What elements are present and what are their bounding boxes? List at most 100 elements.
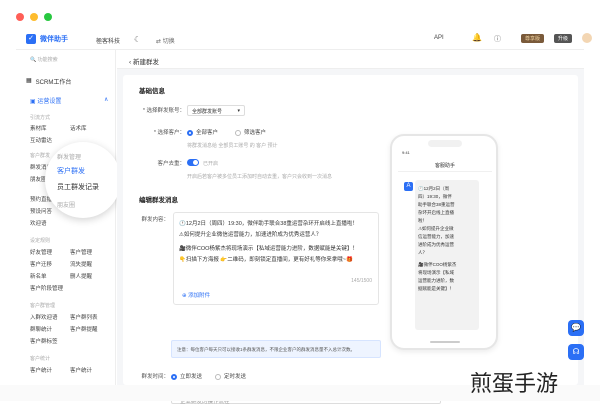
app-header: ✓ 微伴助手 極客科技 ☾ ⇄ 切换 API 🔔 ⓘ 尊享版 升级 [16, 30, 592, 50]
sidebar-section: 设定规则 [30, 238, 51, 244]
form-panel: 基础信息 * 选择群发账号： 全部群发账号 ▾ * 选择客户： 全部客户 筛选客… [123, 75, 578, 405]
bubble-line: 进阶成为优秀运营 [418, 242, 454, 247]
notice-banner: 注意：每位客户每天只可以接收1条群发消息，不限企业客户的群发消息量不入总计次数。 [171, 340, 381, 358]
window-titlebar [0, 0, 600, 26]
bubble-line: 🎥微伴COO杨紫杰 [418, 262, 457, 267]
message-editor[interactable]: 🕐12月2日（周四）19:30，微伴助手联合38重运营杂环开启线上直播啦！ ⚠如… [173, 212, 379, 305]
minimize-dot[interactable] [30, 13, 38, 21]
bubble-line: 四）19:30，微伴 [418, 194, 452, 199]
message-line: ⚠如何提升企业微信运营能力，加速进阶成为优秀运营人？ [179, 231, 322, 238]
sidebar-item[interactable]: 客户统计 [30, 366, 52, 374]
sidebar-item[interactable]: 删人提醒 [70, 272, 92, 280]
headset-icon[interactable]: ☊ [568, 344, 584, 360]
upgrade-button[interactable]: 升级 [554, 34, 573, 43]
customer-label: * 选择客户： [153, 130, 185, 136]
bubble-line: 信运营能力，加速 [418, 234, 454, 239]
sidebar-item-scrm[interactable]: ▦ SCRM工作台 [26, 77, 71, 86]
sidebar-item[interactable]: 客户迁移 [30, 260, 52, 268]
chevron-up-icon[interactable]: ∧ [104, 96, 108, 103]
switch-org-button[interactable]: ⇄ 切换 [156, 36, 175, 45]
page-title: 新建群发 [132, 59, 159, 66]
sidebar-item[interactable]: 流失提醒 [70, 260, 92, 268]
sidebar-section: 客户统计 [30, 356, 51, 362]
dedup-label: 客户去重： [157, 161, 185, 167]
sidebar-section: 客户群发 [30, 153, 51, 159]
bubble-line: 人？ [418, 250, 427, 255]
maximize-dot[interactable] [44, 13, 52, 21]
search-input[interactable]: 🔍 功能搜索 [30, 56, 58, 63]
opt-filter-label: 筛选客户 [244, 130, 267, 136]
message-line: 🕐12月2日（周四）19:30，微伴助手联合38重运营杂环开启线上直播啦！ [179, 221, 358, 227]
chat-support-icon[interactable]: 💬 [568, 320, 584, 336]
phone-notch [428, 140, 462, 147]
sidebar-section: 客户群管理 [30, 303, 56, 309]
bubble-line: 啦！ [418, 218, 427, 223]
back-button[interactable]: ‹ 新建群发 [129, 56, 159, 66]
section-basic-info: 基础信息 [139, 88, 165, 95]
phone-status-bar: 9:41 [402, 150, 488, 155]
chat-bubble: 🕐12月2日（周 四）19:30，微伴 助手联合38重运营 杂环开启线上直播 啦… [415, 180, 479, 330]
sidebar-section: 引流方式 [30, 115, 51, 121]
app-window: ✓ 微伴助手 極客科技 ☾ ⇄ 切换 API 🔔 ⓘ 尊享版 升级 🔍 功能搜索… [0, 0, 600, 405]
sidebar-item[interactable]: 素材库 [30, 124, 47, 132]
main-content: ‹ 新建群发 基础信息 * 选择群发账号： 全部群发账号 ▾ * 选择客户： 全… [117, 50, 584, 405]
radio-filter-customers[interactable]: 筛选客户 [235, 128, 266, 136]
brand[interactable]: ✓ 微伴助手 [26, 34, 68, 44]
sidebar-item[interactable]: 欢迎语 [30, 219, 47, 227]
sidebar: 🔍 功能搜索 ▦ SCRM工作台 ▣ 运营设置 ∧ 引流方式 素材库 话术库 互… [16, 50, 116, 385]
bubble-line: 助手联合38重运营 [418, 202, 455, 207]
radio-send-now[interactable]: 立即发送 [171, 372, 202, 380]
message-line: 🎥微伴COO杨紫杰将现场演示【私域运营能力进阶，数据赋能是关键】！ [179, 246, 358, 252]
switch-label: 切换 [162, 39, 175, 45]
search-placeholder: 功能搜索 [37, 57, 58, 63]
theme-toggle-icon[interactable]: ☾ [134, 35, 141, 44]
char-count: 145/1500 [351, 278, 372, 284]
send-now-label: 立即发送 [180, 374, 203, 380]
menu-item-customer-mass[interactable]: 客户群发 [57, 166, 85, 176]
chat-avatar: A [404, 182, 413, 191]
account-value: 全部群发账号 [192, 109, 223, 115]
scrm-label: SCRM工作台 [35, 80, 72, 86]
bubble-line: 杂环开启线上直播 [418, 210, 454, 215]
close-dot[interactable] [16, 13, 24, 21]
magnifier-section: 群发管理 [57, 155, 82, 161]
send-timed-label: 定时发送 [224, 374, 247, 380]
brand-name: 微伴助手 [40, 36, 68, 43]
phone-preview: 9:41 客服助手 A 🕐12月2日（周 四）19:30，微伴 助手联合38重运… [390, 134, 498, 350]
message-line: 👇扫描下方海报 👉二维码，即刻锁定直播间，更有好礼等你来拿哦~🎁 [179, 256, 353, 263]
dedup-status: 已开启 [203, 161, 219, 167]
sidebar-item[interactable]: 好友管理 [30, 248, 52, 256]
sidebar-item[interactable]: 客户统计 [70, 366, 92, 374]
sidebar-item[interactable]: 入群欢迎语 [30, 313, 58, 321]
menu-item-staff-mass-records[interactable]: 员工群发记录 [57, 182, 99, 192]
account-select[interactable]: 全部群发账号 ▾ [187, 105, 245, 116]
customer-hint: 将群发消息给 全部员工账号 的 客户 预计 [187, 143, 278, 149]
sidebar-group-title[interactable]: ▣ 运营设置 [30, 96, 61, 105]
sidebar-item[interactable]: 客户群提醒 [70, 325, 98, 333]
radio-all-customers[interactable]: 全部客户 [187, 128, 218, 136]
add-attachment-button[interactable]: ⊕ 添加附件 [182, 291, 210, 299]
sidebar-item[interactable]: 客户群列表 [70, 313, 98, 321]
avatar[interactable] [582, 33, 592, 43]
message-text[interactable]: 🕐12月2日（周四）19:30，微伴助手联合38重运营杂环开启线上直播啦！ ⚠如… [179, 219, 375, 265]
api-button[interactable]: API [434, 35, 444, 41]
sidebar-item[interactable]: 客户管理 [70, 248, 92, 256]
bubble-line: ⚠如何提升企业微 [418, 226, 454, 231]
content-label: 群发内容： [141, 217, 169, 223]
help-icon[interactable]: ⓘ [494, 34, 501, 44]
radio-send-timed[interactable]: 定时发送 [215, 372, 246, 380]
radio-off-icon [235, 129, 241, 136]
send-time-label: 群发时间： [141, 374, 169, 380]
bell-icon[interactable]: 🔔 [472, 33, 482, 42]
vip-badge[interactable]: 尊享版 [521, 34, 545, 43]
page-header: ‹ 新建群发 [117, 50, 584, 69]
sidebar-item[interactable]: 预设问答 [30, 207, 52, 215]
sidebar-item[interactable]: 互动雷达 [30, 136, 52, 144]
sidebar-item[interactable]: 群聊统计 [30, 325, 52, 333]
dedup-toggle[interactable] [187, 159, 199, 166]
sidebar-item[interactable]: 新名单 [30, 272, 47, 280]
sidebar-item[interactable]: 客户群标签 [30, 337, 58, 345]
sidebar-item[interactable]: 客户阶段管理 [30, 284, 63, 292]
bubble-line: 将现场演示【私域 [418, 270, 454, 275]
sidebar-item[interactable]: 话术库 [70, 124, 87, 132]
